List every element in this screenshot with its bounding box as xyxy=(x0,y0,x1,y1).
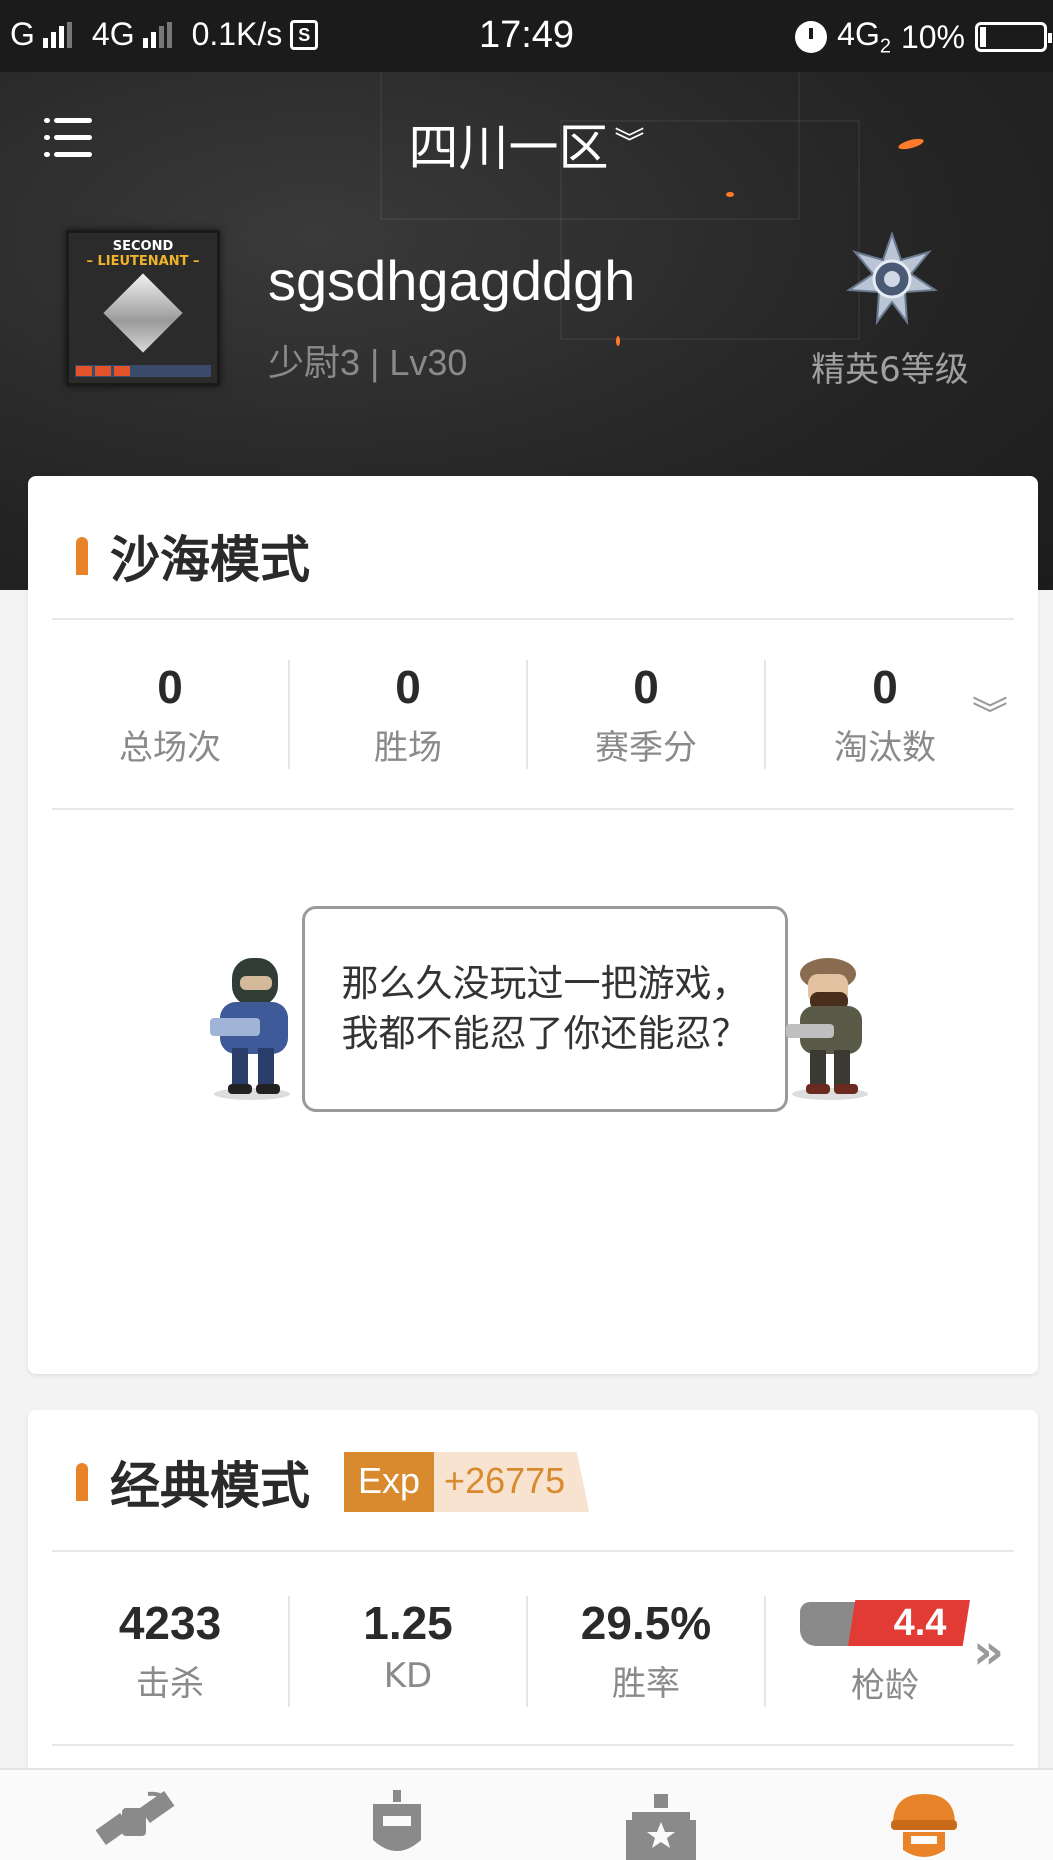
stat-value: 0 xyxy=(395,661,421,713)
sand-mode-title: 沙海模式 xyxy=(110,531,310,589)
nav-item-profile[interactable] xyxy=(821,1770,1021,1860)
expand-chevron-icon[interactable]: ︾ xyxy=(972,686,1008,738)
status-bar: G 4G 0.1K/s S 17:49 4G2 10% xyxy=(0,0,1053,72)
chevron-down-icon: ︾ xyxy=(614,126,645,161)
network-type: 4G2 xyxy=(837,16,891,58)
user-level: 少尉3 | Lv30 xyxy=(268,342,468,383)
stat-label: 赛季分 xyxy=(595,728,697,768)
stat-value: 0 xyxy=(157,661,183,713)
soldier-helmet-icon xyxy=(891,1794,958,1857)
nav-item-robot[interactable] xyxy=(295,1770,495,1860)
avatar-rank-top: SECOND xyxy=(112,239,174,254)
stat-label: 枪龄 xyxy=(851,1666,919,1706)
divider xyxy=(52,1550,1014,1552)
stat-label: 淘汰数 xyxy=(834,728,936,768)
battery-percent: 10% xyxy=(900,18,965,55)
stat-eliminations[interactable]: 0 淘汰数 xyxy=(766,660,1004,769)
stat-wins[interactable]: 0 胜场 xyxy=(290,660,528,769)
avatar-rank-bottom: – LIEUTENANT – xyxy=(86,254,200,269)
divider xyxy=(52,808,1014,810)
helmet-robot-icon xyxy=(372,1790,421,1851)
stat-value: 0 xyxy=(633,661,659,713)
stat-label: KD xyxy=(383,1656,433,1696)
bullet-icon xyxy=(76,537,88,575)
gun-age-value: 4.4 xyxy=(848,1600,970,1646)
bottom-nav xyxy=(0,1768,1053,1860)
exp-value: +26775 xyxy=(434,1452,590,1512)
server-name: 四川一区 xyxy=(408,119,609,177)
divider xyxy=(52,1744,1014,1746)
stat-season-score[interactable]: 0 赛季分 xyxy=(528,660,766,769)
nav-item-castle[interactable] xyxy=(558,1770,758,1860)
server-selector[interactable]: 四川一区 ︾ xyxy=(0,108,1053,180)
stat-kills[interactable]: 4233 击杀 xyxy=(52,1596,290,1707)
stat-gun-age[interactable]: 4.4 枪龄 xyxy=(766,1596,1004,1707)
stat-label: 胜率 xyxy=(612,1664,680,1704)
avatar-rank-text: SECOND – LIEUTENANT – xyxy=(69,239,217,269)
soldier-bearded-icon xyxy=(786,958,868,1100)
network-sub: 2 xyxy=(879,35,891,58)
more-arrow-icon[interactable]: » xyxy=(973,1624,1004,1680)
classic-mode-header: 经典模式 Exp +26775 xyxy=(76,1446,590,1518)
sand-mode-card: 沙海模式 0 总场次 0 胜场 0 赛季分 0 淘汰数 ︾ 那么久没玩过一把游戏… xyxy=(28,476,1038,1374)
classic-mode-stats: 4233 击杀 1.25 KD 29.5% 胜率 4.4 枪龄 xyxy=(52,1596,1014,1707)
exp-key: Exp xyxy=(344,1452,435,1512)
sand-mode-header: 沙海模式 xyxy=(76,520,310,592)
gun-icon: 4.4 xyxy=(800,1596,970,1652)
classic-mode-title: 经典模式 xyxy=(110,1457,310,1515)
satellite-icon xyxy=(95,1791,175,1845)
soldier-blue-icon xyxy=(210,958,290,1100)
stat-value: 1.25 xyxy=(363,1597,453,1649)
divider xyxy=(52,618,1014,620)
elite-badge-icon[interactable] xyxy=(845,232,939,326)
stat-value: 4233 xyxy=(118,1597,222,1649)
stat-total-games[interactable]: 0 总场次 xyxy=(52,660,290,769)
rank-avatar: SECOND – LIEUTENANT – xyxy=(66,230,220,386)
castle-icon xyxy=(626,1794,697,1860)
nav-item-battlefield[interactable] xyxy=(32,1770,232,1860)
rank-progress xyxy=(75,365,211,377)
exp-badge: Exp +26775 xyxy=(344,1452,590,1512)
spark xyxy=(726,192,734,197)
sand-mode-stats: 0 总场次 0 胜场 0 赛季分 0 淘汰数 xyxy=(52,660,1014,769)
network-type-label: 4G xyxy=(837,16,880,52)
alarm-icon xyxy=(795,21,828,54)
rank-diamond-icon xyxy=(103,273,183,353)
username: sgsdhgagddgh xyxy=(268,249,636,312)
stat-win-rate[interactable]: 29.5% 胜率 xyxy=(528,1596,766,1707)
elite-level-label: 精英6等级 xyxy=(811,350,969,390)
empty-state: 那么久没玩过一把游戏，我都不能忍了你还能忍？ xyxy=(28,906,1038,1206)
stat-kd[interactable]: 1.25 KD xyxy=(290,1596,528,1707)
stat-label: 总场次 xyxy=(119,728,221,768)
spark xyxy=(616,336,620,346)
stat-label: 击杀 xyxy=(136,1664,204,1704)
bullet-icon xyxy=(76,1463,88,1501)
stat-label: 胜场 xyxy=(374,728,442,768)
speech-bubble: 那么久没玩过一把游戏，我都不能忍了你还能忍？ xyxy=(302,906,788,1112)
stat-value: 0 xyxy=(872,661,898,713)
battery-icon xyxy=(975,22,1052,53)
stat-value: 29.5% xyxy=(580,1597,712,1649)
